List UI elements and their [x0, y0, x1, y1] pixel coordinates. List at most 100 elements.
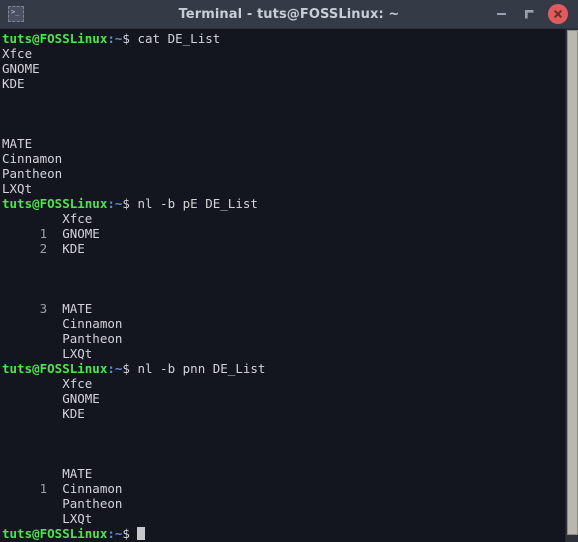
line-number	[2, 511, 47, 526]
terminal-output-line: Xfce	[2, 46, 565, 61]
terminal-output-line: KDE	[2, 76, 565, 91]
terminal-output-text: Cinnamon	[2, 151, 63, 166]
prompt-symbol: $	[122, 31, 138, 46]
line-number	[2, 316, 47, 331]
terminal-numbered-line: Pantheon	[2, 331, 565, 346]
terminal-output-text	[2, 106, 10, 121]
terminal-output-text	[47, 256, 62, 271]
line-number	[2, 331, 47, 346]
line-number	[2, 211, 47, 226]
terminal-output-text: Xfce	[2, 46, 33, 61]
terminal-prompt-line: tuts@FOSSLinux:~$ cat DE_List	[2, 31, 565, 46]
terminal-numbered-line: Pantheon	[2, 496, 565, 511]
terminal-numbered-line: Cinnamon	[2, 316, 565, 331]
terminal-numbered-line: Xfce	[2, 211, 565, 226]
terminal-numbered-line: LXQt	[2, 511, 565, 526]
terminal-output-text	[47, 271, 62, 286]
terminal-numbered-line	[2, 256, 565, 271]
line-number	[2, 406, 47, 421]
terminal-screen[interactable]: tuts@FOSSLinux:~$ cat DE_List Xfce GNOME KD…	[0, 29, 565, 542]
line-number: 3	[2, 301, 48, 316]
maximize-icon	[525, 10, 534, 19]
line-number	[2, 466, 47, 481]
terminal-output-line: Cinnamon	[2, 151, 565, 166]
title-bar[interactable]: >_ Terminal - tuts@FOSSLinux: ~	[0, 0, 578, 29]
terminal-output-text: GNOME	[47, 226, 100, 241]
close-icon	[553, 9, 563, 19]
terminal-output-line: LXQt	[2, 181, 565, 196]
terminal-output-text: LXQt	[2, 181, 33, 196]
terminal-body: tuts@FOSSLinux:~$ cat DE_List Xfce GNOME KD…	[0, 29, 578, 542]
terminal-prompt-line: tuts@FOSSLinux:~$	[2, 526, 565, 541]
line-number: 1	[2, 226, 48, 241]
line-number	[2, 436, 47, 451]
terminal-numbered-line: 1 Cinnamon	[2, 481, 565, 496]
prompt-path: :~	[107, 31, 123, 46]
terminal-output-text: GNOME	[47, 391, 100, 406]
terminal-output-text: LXQt	[47, 346, 93, 361]
terminal-command: nl -b pE DE_List	[137, 196, 258, 211]
terminal-output-text: MATE	[47, 301, 93, 316]
terminal-output-text: MATE	[2, 136, 33, 151]
line-number	[2, 376, 47, 391]
terminal-command: cat DE_List	[137, 31, 221, 46]
terminal-output-text: Xfce	[47, 211, 93, 226]
close-button[interactable]	[548, 4, 568, 24]
terminal-numbered-line	[2, 271, 565, 286]
minimize-button[interactable]	[488, 3, 514, 25]
terminal-output-line: GNOME	[2, 61, 565, 76]
line-number: 1	[2, 481, 48, 496]
line-number	[2, 496, 47, 511]
terminal-output-text	[47, 436, 62, 451]
terminal-output-text	[2, 91, 10, 106]
terminal-icon-prompt: >_	[11, 8, 20, 16]
prompt-user-host: tuts@FOSSLinux	[2, 196, 108, 211]
terminal-output-text: Cinnamon	[47, 481, 123, 496]
line-number	[2, 451, 47, 466]
terminal-output-text: MATE	[47, 466, 93, 481]
terminal-numbered-line	[2, 421, 565, 436]
terminal-prompt-line: tuts@FOSSLinux:~$ nl -b pnn DE_List	[2, 361, 565, 376]
line-number	[2, 346, 47, 361]
terminal-numbered-line	[2, 451, 565, 466]
terminal-command: nl -b pnn DE_List	[137, 361, 266, 376]
terminal-output-text: Pantheon	[47, 331, 123, 346]
prompt-path: :~	[107, 196, 123, 211]
terminal-numbered-line: GNOME	[2, 391, 565, 406]
terminal-prompt-line: tuts@FOSSLinux:~$ nl -b pE DE_List	[2, 196, 565, 211]
prompt-symbol: $	[122, 361, 138, 376]
terminal-output-line	[2, 121, 565, 136]
terminal-output-text: Cinnamon	[47, 316, 123, 331]
terminal-window: >_ Terminal - tuts@FOSSLinux: ~ tuts@FOS…	[0, 0, 578, 542]
prompt-user-host: tuts@FOSSLinux	[2, 526, 108, 541]
terminal-numbered-line: 1 GNOME	[2, 226, 565, 241]
terminal-output-text	[47, 451, 62, 466]
terminal-numbered-line: MATE	[2, 466, 565, 481]
line-number: 2	[2, 241, 48, 256]
terminal-output-text	[2, 121, 10, 136]
terminal-numbered-line	[2, 286, 565, 301]
line-number	[2, 421, 47, 436]
terminal-output-text	[47, 421, 62, 436]
terminal-output-text: KDE	[47, 406, 85, 421]
line-number	[2, 391, 47, 406]
line-number	[2, 271, 47, 286]
terminal-output-line: MATE	[2, 136, 565, 151]
prompt-path: :~	[107, 526, 123, 541]
terminal-output-line	[2, 106, 565, 121]
maximize-button[interactable]	[516, 3, 542, 25]
terminal-numbered-line: LXQt	[2, 346, 565, 361]
terminal-numbered-line: 3 MATE	[2, 301, 565, 316]
prompt-symbol: $	[122, 196, 138, 211]
terminal-scrollbar[interactable]	[565, 29, 578, 542]
terminal-output-text: KDE	[2, 76, 25, 91]
prompt-path: :~	[107, 361, 123, 376]
terminal-output-text: Pantheon	[47, 496, 123, 511]
prompt-user-host: tuts@FOSSLinux	[2, 361, 108, 376]
window-controls	[488, 3, 578, 25]
prompt-symbol: $	[122, 526, 138, 541]
terminal-numbered-line: KDE	[2, 406, 565, 421]
scrollbar-thumb[interactable]	[566, 30, 578, 535]
terminal-output-text: LXQt	[47, 511, 93, 526]
terminal-numbered-line: Xfce	[2, 376, 565, 391]
